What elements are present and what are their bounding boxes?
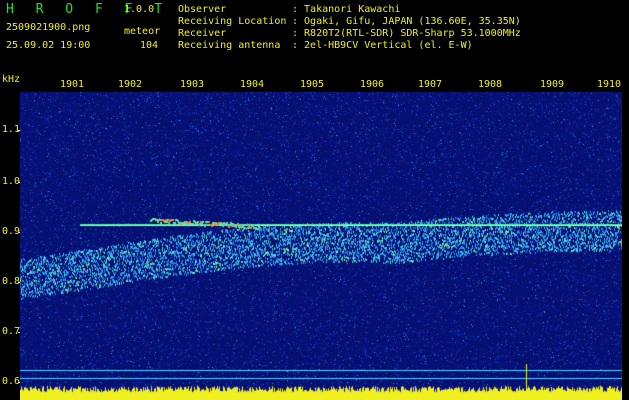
field-label-location: Receiving Location xyxy=(178,16,287,27)
x-tick-label: 1909 xyxy=(540,79,565,90)
field-value-location: : Ogaki, Gifu, JAPAN (136.60E, 35.35N) xyxy=(292,16,521,27)
field-label-observer: Observer xyxy=(178,4,227,15)
x-tick-label: 1908 xyxy=(478,79,503,90)
x-tick-label: 1906 xyxy=(360,79,385,90)
filename-label: 2509021900.png xyxy=(6,22,91,33)
x-tick-label: 1901 xyxy=(60,79,85,90)
field-value-receiver: : R820T2(RTL-SDR) SDR-Sharp 53.1000MHz xyxy=(292,28,521,39)
app-version: 1.0.0 xyxy=(124,4,155,15)
y-axis-unit: kHz xyxy=(2,74,21,85)
mode-label: meteor xyxy=(124,26,161,37)
datetime-label: 25.09.02 19:00 xyxy=(6,40,91,51)
field-value-observer: : Takanori Kawachi xyxy=(292,4,401,15)
count-label: 104 xyxy=(140,40,159,51)
spectrogram-plot xyxy=(20,92,622,400)
x-tick-label: 1903 xyxy=(180,79,205,90)
header-panel: H R O F F T 1.0.0 2509021900.png meteor … xyxy=(0,0,629,75)
x-tick-label: 1910 xyxy=(597,79,622,90)
field-label-antenna: Receiving antenna xyxy=(178,40,281,51)
x-tick-label: 1907 xyxy=(418,79,443,90)
x-tick-label: 1904 xyxy=(240,79,265,90)
x-tick-label: 1905 xyxy=(300,79,325,90)
x-tick-label: 1902 xyxy=(118,79,143,90)
field-label-receiver: Receiver xyxy=(178,28,227,39)
field-value-antenna: : 2el-HB9CV Vertical (el. E-W) xyxy=(292,40,473,51)
